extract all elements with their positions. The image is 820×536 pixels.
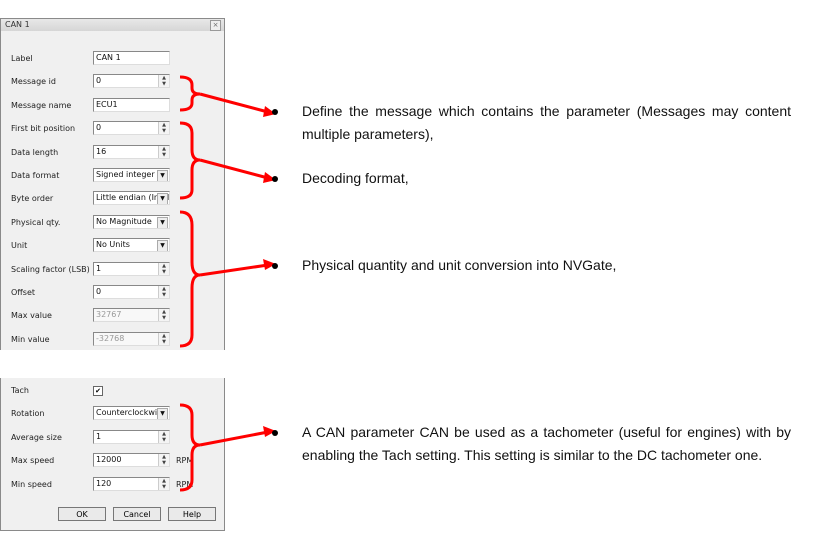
brace-decoding (179, 121, 201, 200)
brace-message (179, 75, 201, 112)
bullet (272, 430, 278, 436)
arrow-1 (199, 92, 269, 114)
brace-physical (179, 210, 201, 348)
annotation-message: Define the message which contains the pa… (302, 103, 791, 142)
arrow-3 (199, 263, 269, 277)
annotation-tach: A CAN parameter CAN be used as a tachome… (302, 424, 791, 463)
annotation-physical: Physical quantity and unit conversion in… (302, 257, 617, 273)
bullet (272, 109, 278, 115)
arrow-4 (199, 430, 269, 447)
bullet (272, 176, 278, 182)
annotation-decoding: Decoding format, (302, 170, 409, 186)
brace-tach (179, 403, 201, 492)
arrow-2 (199, 158, 269, 180)
bullet (272, 263, 278, 269)
